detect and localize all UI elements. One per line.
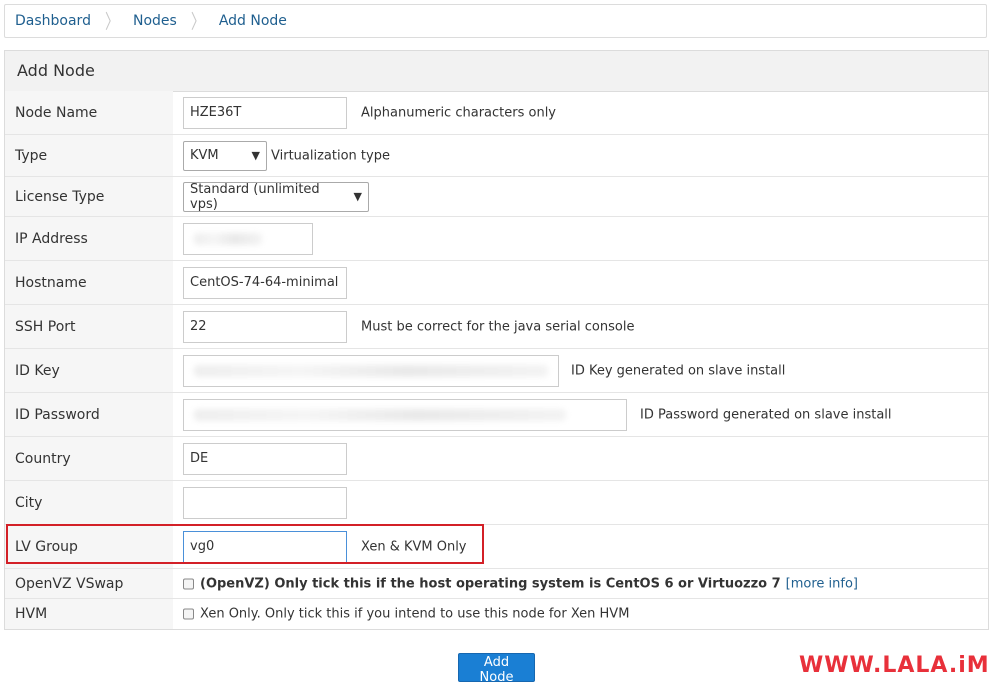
chevron-down-icon: ▼ bbox=[353, 190, 362, 203]
row-id-key: ID Key ID Key generated on slave install bbox=[5, 349, 988, 393]
redacted-value bbox=[194, 364, 548, 377]
breadcrumb-nodes[interactable]: Nodes bbox=[133, 13, 177, 29]
city-label: City bbox=[5, 481, 173, 524]
ip-address-label: IP Address bbox=[5, 217, 173, 260]
row-id-password: ID Password ID Password generated on sla… bbox=[5, 393, 988, 437]
id-key-help: ID Key generated on slave install bbox=[571, 363, 786, 378]
type-label: Type bbox=[5, 135, 173, 176]
license-type-select-value: Standard (unlimited vps) bbox=[190, 181, 320, 212]
hostname-label: Hostname bbox=[5, 261, 173, 304]
type-select[interactable]: KVM ▼ bbox=[183, 140, 267, 171]
node-name-input[interactable] bbox=[183, 96, 347, 129]
row-hvm: HVM Xen Only. Only tick this if you inte… bbox=[5, 599, 988, 629]
country-input[interactable] bbox=[183, 442, 347, 475]
ssh-port-label: SSH Port bbox=[5, 305, 173, 348]
chevron-down-icon: ▼ bbox=[251, 149, 260, 162]
row-country: Country bbox=[5, 437, 988, 481]
id-key-label: ID Key bbox=[5, 349, 173, 392]
breadcrumb-dashboard[interactable]: Dashboard bbox=[15, 13, 91, 29]
hvm-checkbox[interactable] bbox=[183, 608, 194, 620]
ssh-port-help: Must be correct for the java serial cons… bbox=[361, 319, 635, 334]
more-info-link[interactable]: [more info] bbox=[786, 576, 858, 591]
license-type-select[interactable]: Standard (unlimited vps) ▼ bbox=[183, 181, 369, 212]
openvz-vswap-checkbox[interactable] bbox=[183, 578, 194, 589]
panel-title: Add Node bbox=[5, 51, 988, 92]
row-ssh-port: SSH Port Must be correct for the java se… bbox=[5, 305, 988, 349]
city-input[interactable] bbox=[183, 486, 347, 519]
breadcrumb: Dashboard 〉 Nodes 〉 Add Node bbox=[4, 4, 987, 38]
redacted-value bbox=[194, 408, 566, 421]
license-type-label: License Type bbox=[5, 177, 173, 216]
breadcrumb-separator-icon: 〉 bbox=[190, 11, 205, 34]
breadcrumb-separator-icon: 〉 bbox=[104, 11, 119, 34]
id-password-label: ID Password bbox=[5, 393, 173, 436]
openvz-vswap-text: (OpenVZ) Only tick this if the host oper… bbox=[200, 576, 781, 591]
watermark-logo: WWW.LALA.iM bbox=[799, 653, 990, 678]
breadcrumb-add-node[interactable]: Add Node bbox=[219, 13, 287, 29]
openvz-vswap-option: (OpenVZ) Only tick this if the host oper… bbox=[183, 576, 858, 591]
row-hostname: Hostname bbox=[5, 261, 988, 305]
row-license-type: License Type Standard (unlimited vps) ▼ bbox=[5, 177, 988, 217]
type-help: Virtualization type bbox=[271, 148, 390, 163]
hvm-text: Xen Only. Only tick this if you intend t… bbox=[200, 606, 630, 622]
type-select-value: KVM bbox=[190, 148, 219, 163]
ssh-port-input[interactable] bbox=[183, 310, 347, 343]
node-name-help: Alphanumeric characters only bbox=[361, 105, 556, 120]
hvm-label: HVM bbox=[5, 599, 173, 629]
row-node-name: Node Name Alphanumeric characters only bbox=[5, 91, 988, 135]
row-city: City bbox=[5, 481, 988, 525]
lv-group-highlight-box bbox=[6, 524, 484, 564]
id-password-help: ID Password generated on slave install bbox=[640, 407, 892, 422]
add-node-button[interactable]: Add Node bbox=[458, 653, 535, 685]
row-ip-address: IP Address bbox=[5, 217, 988, 261]
id-password-input[interactable] bbox=[183, 398, 627, 431]
ip-address-input[interactable] bbox=[183, 222, 313, 255]
hvm-option: Xen Only. Only tick this if you intend t… bbox=[183, 607, 629, 622]
row-type: Type KVM ▼ Virtualization type bbox=[5, 135, 988, 177]
redacted-value bbox=[194, 232, 262, 245]
country-label: Country bbox=[5, 437, 173, 480]
node-name-label: Node Name bbox=[5, 91, 173, 134]
hostname-input[interactable] bbox=[183, 266, 347, 299]
openvz-vswap-label: OpenVZ VSwap bbox=[5, 569, 173, 598]
row-openvz-vswap: OpenVZ VSwap (OpenVZ) Only tick this if … bbox=[5, 569, 988, 599]
id-key-input[interactable] bbox=[183, 354, 559, 387]
